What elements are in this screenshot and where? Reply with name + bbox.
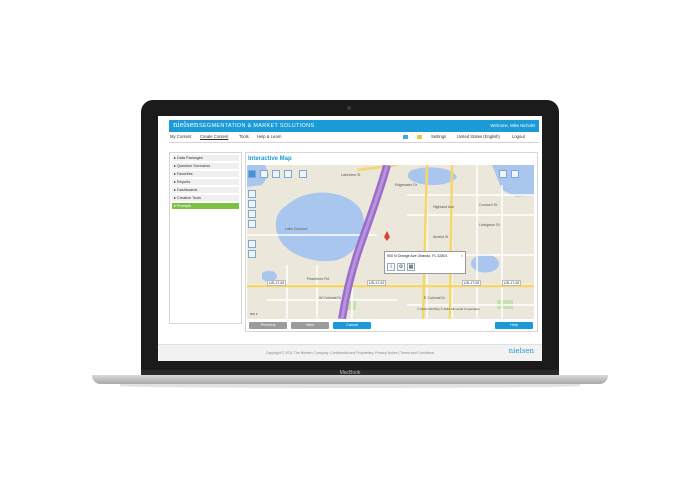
interactive-map-panel: Interactive Map Lake Concord Lakeview St…: [245, 152, 538, 332]
label-amelia: Amelia St: [433, 235, 449, 239]
map-graphic: [247, 165, 534, 319]
dashboard-icon[interactable]: [403, 134, 408, 139]
next-button[interactable]: Next: [291, 322, 329, 329]
shield-us-right: US-17-92: [462, 280, 482, 286]
nav-help[interactable]: Help & Learn: [257, 134, 281, 140]
panel-title: Interactive Map: [248, 156, 292, 162]
address-popup: 900 N Orange Ave Orlando, FL 32801 × i ⚙…: [384, 251, 466, 274]
nav-tools[interactable]: Tools: [239, 134, 249, 140]
footer-copyright: Copyright © 2011 The Nielsen Company. Co…: [265, 351, 435, 355]
label-peachtree: Peachtree Rd: [307, 277, 329, 281]
shield-us-mid: US-17-92: [367, 280, 387, 286]
layers-tool[interactable]: [248, 200, 256, 208]
map-canvas[interactable]: Lake Concord Lakeview St Edgewater Dr Hi…: [247, 165, 534, 319]
save-tool[interactable]: [248, 240, 256, 248]
nav-create-content[interactable]: Create Content: [200, 134, 228, 140]
export-tool[interactable]: [299, 170, 307, 178]
view-tool[interactable]: [511, 170, 519, 178]
footer: Copyright © 2011 The Nielsen Company. Co…: [158, 344, 542, 361]
main-nav: My Content Create Content Tools Help & L…: [169, 132, 539, 143]
folder-icon[interactable]: [417, 134, 422, 139]
nielsen-logo: nielsen: [173, 121, 199, 129]
label-concord: Concord St: [479, 203, 497, 207]
grid-tool[interactable]: [272, 170, 280, 178]
logout-link[interactable]: Logout: [512, 134, 525, 140]
sidebar-item-question-scenarios[interactable]: ▸ Question Scenarios: [172, 163, 239, 170]
welcome-text: Welcome, Mike Nichols!: [490, 123, 535, 128]
popup-address: 900 N Orange Ave Orlando, FL 32801: [387, 254, 448, 258]
label-livingston: Livingston St: [479, 223, 500, 227]
gear-icon[interactable]: ⚙: [397, 263, 405, 271]
nav-settings[interactable]: Settings: [431, 134, 446, 140]
label-colonial-e: E Colonial Dr: [424, 296, 446, 300]
footer-logo: nielsen: [508, 347, 534, 355]
search-tool[interactable]: [248, 220, 256, 228]
sidebar-item-prompts[interactable]: ▸ Prompts: [172, 203, 239, 210]
filter-tool[interactable]: [284, 170, 292, 178]
app-title: SEGMENTATION & MARKET SOLUTIONS: [199, 123, 315, 129]
camera: [347, 106, 351, 110]
shield-us-far: US-17-92: [502, 280, 522, 286]
previous-button[interactable]: Previous: [249, 322, 287, 329]
nav-my-content[interactable]: My Content: [170, 134, 191, 140]
pan-tool[interactable]: [248, 170, 256, 178]
settings-tool[interactable]: [260, 170, 268, 178]
laptop-shadow: [120, 384, 580, 388]
app-header: nielsen SEGMENTATION & MARKET SOLUTIONS …: [169, 120, 539, 132]
label-edgewater: Edgewater Dr: [395, 183, 417, 187]
sidebar-item-reports[interactable]: ▸ Reports: [172, 179, 239, 186]
cancel-button[interactable]: Cancel: [333, 322, 371, 329]
sidebar-item-favorites[interactable]: ▸ Favorites: [172, 171, 239, 178]
select-icon[interactable]: ▦: [407, 263, 415, 271]
map-type-tool[interactable]: [499, 170, 507, 178]
zoom-in-tool[interactable]: [248, 190, 256, 198]
print-tool[interactable]: [248, 250, 256, 258]
screen: nielsen SEGMENTATION & MARKET SOLUTIONS …: [158, 116, 542, 361]
label-lake-concord: Lake Concord: [285, 227, 308, 231]
shield-us-left: US-17-92: [267, 280, 287, 286]
locale-selector[interactable]: United States (English): [457, 134, 500, 140]
close-icon[interactable]: ×: [461, 253, 463, 258]
laptop-base: [92, 375, 608, 384]
label-lakeview: Lakeview St: [341, 173, 361, 177]
help-button[interactable]: Help: [495, 322, 533, 329]
sidebar-item-creative-tools[interactable]: ▸ Creative Tools: [172, 195, 239, 202]
sidebar-item-data-packages[interactable]: ▸ Data Packages: [172, 155, 239, 162]
label-colonial-w: W Colonial Dr: [319, 296, 342, 300]
label-highland: Highland Ave: [433, 205, 455, 209]
list-tool[interactable]: [248, 210, 256, 218]
map-scale: 500 ft: [250, 312, 258, 316]
map-copyright: © 2010 NAVTEQ © 2010 Microsoft Corporati…: [417, 307, 480, 311]
info-icon[interactable]: i: [387, 263, 395, 271]
sidebar: ▸ Data Packages ▸ Question Scenarios ▸ F…: [169, 152, 242, 324]
sidebar-item-dashboards[interactable]: ▸ Dashboards: [172, 187, 239, 194]
